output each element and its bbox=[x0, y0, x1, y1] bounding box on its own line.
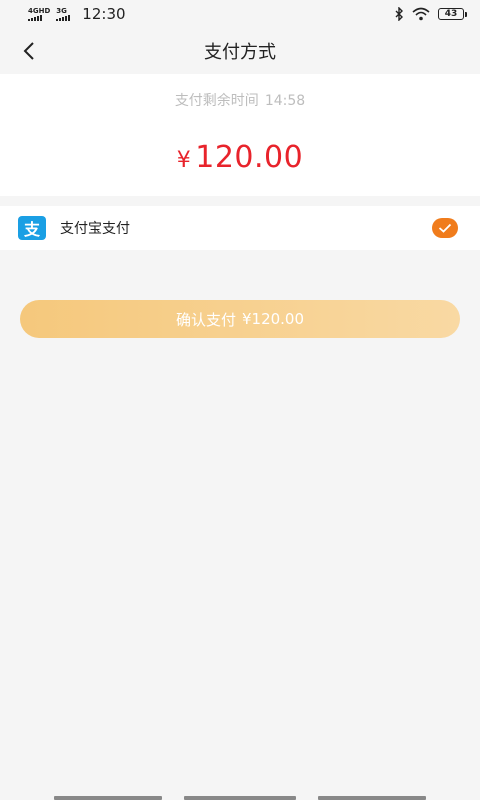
signal-4g: 4GHD bbox=[28, 6, 51, 21]
confirm-label: 确认支付 bbox=[175, 310, 236, 329]
currency-symbol: ¥ bbox=[176, 148, 192, 173]
status-time: 12:30 bbox=[82, 5, 126, 23]
checkmark-icon bbox=[438, 223, 452, 233]
countdown-value: 14:58 bbox=[264, 93, 306, 109]
payment-method-alipay[interactable]: 支 支付宝支付 bbox=[0, 206, 480, 250]
nav-gesture-bar bbox=[318, 796, 426, 800]
nav-gesture-bar bbox=[184, 796, 296, 800]
navigation-bar: 支付方式 bbox=[0, 28, 480, 74]
chevron-left-icon[interactable] bbox=[18, 39, 42, 63]
alipay-glyph: 支 bbox=[23, 220, 40, 239]
alipay-icon: 支 bbox=[18, 216, 46, 240]
payment-countdown: 支付剩余时间 14:58 bbox=[0, 90, 480, 110]
battery-level: 43 bbox=[444, 9, 458, 19]
confirm-amount: ¥120.00 bbox=[241, 310, 305, 328]
wifi-icon bbox=[412, 7, 430, 21]
payment-method-label: 支付宝支付 bbox=[60, 221, 130, 237]
network-type-2: 3G bbox=[56, 6, 67, 15]
payment-amount: ¥120.00 bbox=[0, 140, 480, 175]
signal-bars-icon bbox=[56, 14, 71, 21]
page-title: 支付方式 bbox=[204, 42, 276, 63]
status-left: 4GHD 3G 12:30 bbox=[28, 5, 126, 23]
bluetooth-icon bbox=[395, 7, 403, 21]
amount-card: 支付剩余时间 14:58 ¥120.00 bbox=[0, 74, 480, 196]
battery-icon: 43 bbox=[438, 8, 467, 20]
selected-check-icon[interactable] bbox=[432, 218, 458, 238]
confirm-payment-button[interactable]: 确认支付 ¥120.00 bbox=[20, 300, 460, 338]
countdown-label: 支付剩余时间 bbox=[174, 93, 259, 109]
nav-gesture-bar bbox=[54, 796, 162, 800]
status-bar: 4GHD 3G 12:30 43 bbox=[0, 0, 480, 28]
signal-3g: 3G bbox=[56, 6, 71, 21]
status-right: 43 bbox=[394, 7, 467, 21]
amount-value: 120.00 bbox=[195, 140, 304, 175]
network-type-1: 4GHD bbox=[28, 6, 51, 15]
signal-bars-icon bbox=[28, 14, 42, 21]
